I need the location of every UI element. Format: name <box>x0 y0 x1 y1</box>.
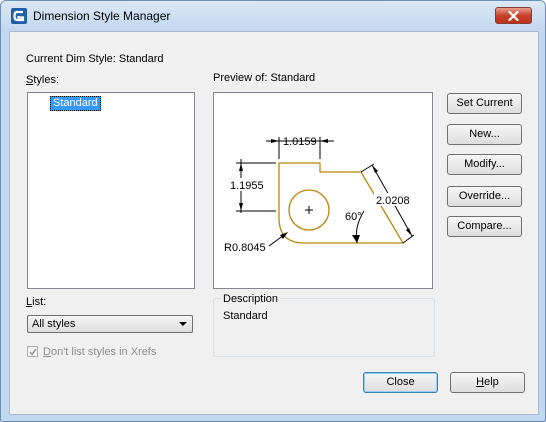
preview-drawing: 1.0159 1.1955 2.0208 60° R0.8045 <box>224 136 415 254</box>
dim-radius-text: R0.8045 <box>224 242 266 254</box>
dim-right-text: 2.0208 <box>376 195 410 207</box>
list-filter-value: All styles <box>32 318 76 330</box>
description-group <box>213 298 435 357</box>
checkmark-icon <box>29 348 37 356</box>
xrefs-checkbox[interactable] <box>27 346 38 357</box>
override-button[interactable]: Override... <box>447 186 522 207</box>
window-close-button[interactable] <box>495 7 532 24</box>
dimension-preview: 1.0159 1.1955 2.0208 60° R0.8045 <box>213 92 433 289</box>
dim-top-text: 1.0159 <box>283 136 317 148</box>
help-button[interactable]: Help <box>450 372 525 393</box>
window-title: Dimension Style Manager <box>33 9 171 23</box>
dialog-body: Current Dim Style: Standard Styles: Stan… <box>9 31 539 415</box>
dim-angle-text: 60° <box>345 211 362 223</box>
compare-button[interactable]: Compare... <box>447 216 522 237</box>
set-current-button[interactable]: Set Current <box>447 93 522 114</box>
dimension-style-manager-window: Dimension Style Manager Current Dim Styl… <box>0 0 546 422</box>
chevron-down-icon <box>179 322 187 326</box>
title-bar[interactable]: Dimension Style Manager <box>1 1 545 31</box>
description-text: Standard <box>223 310 268 322</box>
list-label: List: <box>26 296 47 308</box>
close-button[interactable]: Close <box>363 372 438 393</box>
app-logo-icon <box>11 8 27 24</box>
modify-button[interactable]: Modify... <box>447 154 522 175</box>
new-button[interactable]: New... <box>447 124 522 145</box>
list-item-standard[interactable]: Standard <box>50 96 101 111</box>
current-dim-style-label: Current Dim Style: Standard <box>26 53 164 65</box>
description-label: Description <box>221 293 281 305</box>
dim-left-text: 1.1955 <box>230 180 264 192</box>
styles-listbox[interactable]: Standard <box>27 92 195 289</box>
close-icon <box>508 11 519 21</box>
xrefs-checkbox-label: Don't list styles in Xrefs <box>43 346 157 358</box>
styles-label: Styles: <box>26 74 60 86</box>
preview-label: Preview of: Standard <box>213 72 316 84</box>
list-filter-dropdown[interactable]: All styles <box>27 315 193 333</box>
